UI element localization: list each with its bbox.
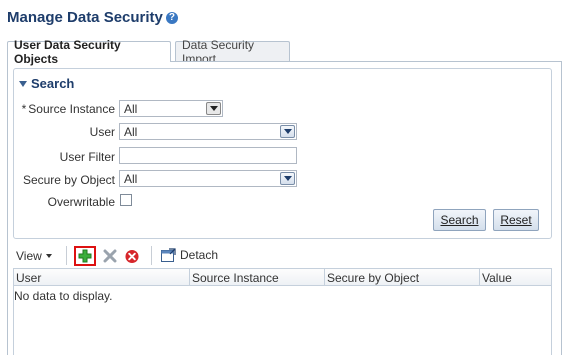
source-instance-select[interactable]: All [119, 100, 223, 117]
results-table: User Source Instance Secure by Object Va… [13, 268, 552, 355]
secure-by-object-label: Secure by Object [22, 173, 115, 187]
chevron-down-icon[interactable] [206, 102, 221, 115]
caret-down-icon [45, 254, 52, 258]
empty-table-message: No data to display. [14, 289, 113, 303]
collapse-icon[interactable] [19, 80, 27, 87]
add-button[interactable] [74, 246, 96, 266]
tab-user-data-security-objects[interactable]: User Data Security Objects [7, 38, 171, 66]
detach-label: Detach [180, 248, 219, 262]
table-header: User Source Instance Secure by Object Va… [14, 269, 551, 286]
view-menu[interactable]: View [16, 249, 52, 263]
detach-button[interactable]: Detach [161, 248, 218, 262]
reset-button[interactable]: Reset [493, 209, 539, 231]
cancel-button[interactable] [125, 249, 139, 263]
page-title-text: Manage Data Security [7, 9, 163, 26]
column-header-secure-by-object[interactable]: Secure by Object [325, 269, 480, 286]
column-header-user[interactable]: User [14, 269, 190, 286]
column-header-source-instance[interactable]: Source Instance [190, 269, 325, 286]
tab-data-security-import[interactable]: Data Security Import [175, 38, 290, 66]
detach-icon [161, 248, 176, 262]
table-toolbar: View Detach [8, 244, 563, 268]
overwritable-checkbox[interactable] [120, 194, 132, 206]
delete-button[interactable] [103, 249, 117, 263]
page-title: Manage Data Security ? [7, 9, 178, 26]
secure-by-object-value: All [124, 171, 138, 186]
user-label: User [89, 125, 115, 139]
add-icon [78, 249, 92, 263]
user-value: All [124, 124, 138, 139]
chevron-down-icon[interactable] [280, 172, 295, 185]
toolbar-divider [66, 246, 67, 265]
view-menu-label: View [16, 249, 42, 263]
user-filter-input[interactable] [119, 147, 297, 164]
tab-content: Search * Source Instance All User All Use… [7, 61, 562, 355]
help-icon[interactable]: ? [165, 11, 178, 24]
search-button[interactable]: Search [433, 209, 486, 231]
source-instance-label: * Source Instance [21, 102, 115, 116]
user-filter-label: User Filter [59, 150, 115, 164]
source-instance-value: All [124, 101, 138, 116]
search-header[interactable]: Search [19, 76, 74, 91]
secure-by-object-select[interactable]: All [119, 170, 297, 187]
search-header-label: Search [31, 76, 75, 91]
search-panel: Search * Source Instance All User All Use… [13, 68, 552, 239]
cancel-icon [125, 249, 139, 263]
tab-bar: User Data Security Objects Data Security… [7, 38, 563, 66]
toolbar-divider [151, 246, 152, 265]
delete-icon [103, 249, 117, 263]
chevron-down-icon[interactable] [280, 125, 295, 138]
column-header-value[interactable]: Value [480, 269, 553, 286]
overwritable-label: Overwritable [47, 195, 115, 209]
user-select[interactable]: All [119, 123, 297, 140]
